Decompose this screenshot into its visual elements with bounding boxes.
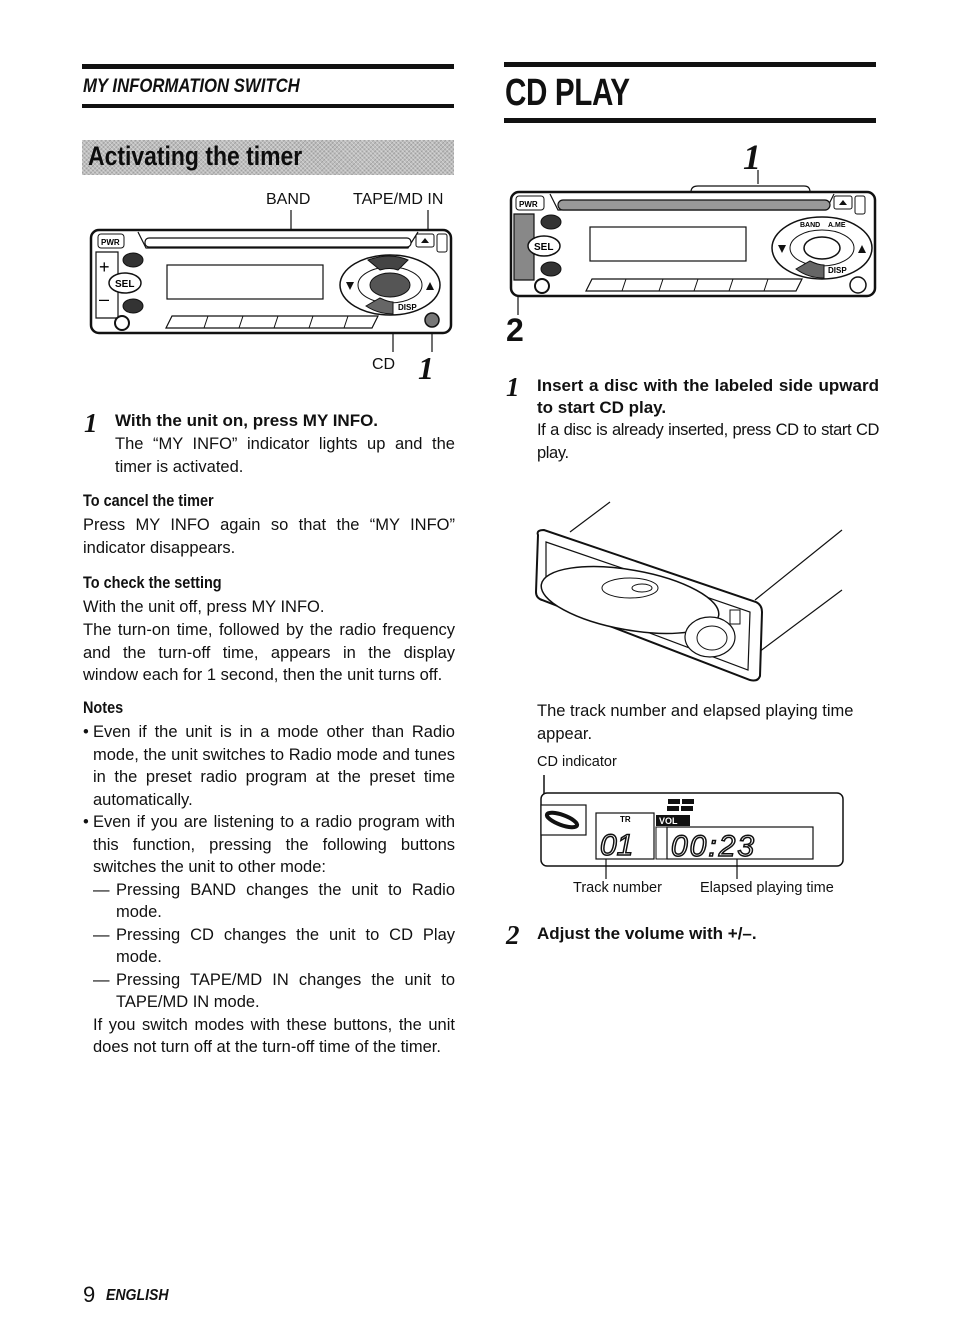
- notes-list: • Even if the unit is in a mode other tha…: [83, 721, 455, 1059]
- step-title: Adjust the volume with +/–.: [537, 924, 757, 943]
- banner-title: Activating the timer: [88, 141, 303, 171]
- check-setting-line1: With the unit off, press MY INFO.: [83, 598, 325, 616]
- release-button: [854, 195, 866, 215]
- release-button: [436, 233, 448, 253]
- callout-cd: CD: [372, 356, 396, 373]
- display-window: [589, 226, 747, 262]
- disp-label: DISP: [398, 303, 417, 312]
- notes-heading: Notes: [83, 698, 124, 717]
- disc-slot: [557, 199, 831, 211]
- step-title: With the unit on, press MY INFO.: [115, 411, 379, 430]
- cancel-timer-text: Press MY INFO again so that the “MY INFO…: [83, 516, 455, 557]
- car-stereo-diagram-left: PWR + – SEL DISP: [89, 210, 453, 352]
- time-digits: 00:23: [671, 830, 756, 863]
- step-description: The “MY INFO” indicator lights up and th…: [115, 435, 455, 476]
- svg-text:BAND: BAND: [800, 222, 820, 229]
- tape-md-in-jack: [114, 315, 130, 331]
- minus-icon: –: [99, 289, 109, 309]
- elapsed-time-label: Elapsed playing time: [700, 880, 834, 896]
- display-window: [166, 264, 324, 300]
- lcd-display-illustration: TR VOL 01 00:23: [540, 775, 844, 879]
- callout-band: BAND: [266, 191, 311, 208]
- step-description: If a disc is already inserted, press CD …: [537, 421, 879, 462]
- display-caption: The track number and elapsed playing tim…: [537, 702, 854, 743]
- section-title-cd-play: CD PLAY: [505, 72, 630, 114]
- callout-step-1: 1: [418, 350, 434, 386]
- step-title: Insert a disc with the labeled side upwa…: [537, 376, 879, 417]
- note-footer: If you switch modes with these buttons, …: [93, 1015, 455, 1057]
- plus-icon: +: [99, 257, 110, 277]
- tape-md-in-jack: [534, 278, 550, 294]
- right-bottom-rule: [504, 118, 876, 123]
- left-top-rule: [82, 64, 454, 69]
- cancel-timer-heading: To cancel the timer: [83, 491, 214, 510]
- note-dash-item: — Pressing TAPE/MD IN changes the unit to…: [93, 970, 455, 1012]
- mute-button: [540, 261, 562, 277]
- check-setting-heading: To check the setting: [83, 573, 222, 592]
- step-number: 1: [506, 372, 520, 402]
- bass-button: [122, 252, 144, 268]
- mute-button: [122, 298, 144, 314]
- tape-md-in-button: [803, 236, 841, 260]
- tr-label: TR: [620, 815, 631, 824]
- subsection-banner: Activating the timer: [82, 140, 454, 175]
- language-label: ENGLISH: [106, 1287, 169, 1304]
- my-info-button: [849, 276, 867, 294]
- svg-text:PWR: PWR: [519, 200, 538, 209]
- check-setting-line2: The turn-on time, followed by the radio …: [83, 621, 455, 684]
- car-stereo-diagram-right: PWR SEL DISP BAND A.ME: [509, 170, 877, 315]
- step-number: 1: [84, 408, 98, 438]
- note-item: • Even if you are listening to a radio pr…: [83, 813, 455, 876]
- callout-tape-md-in: TAPE/MD IN: [353, 191, 444, 208]
- track-number-label: Track number: [573, 880, 662, 896]
- page-number: 9: [83, 1282, 96, 1307]
- bullet-icon: •: [83, 813, 89, 831]
- note-dash-item: — Pressing BAND changes the unit to Radio…: [93, 880, 455, 922]
- disc-slot: [144, 237, 412, 248]
- tape-md-in-button: [369, 272, 411, 298]
- svg-text:SEL: SEL: [534, 242, 553, 253]
- note-item: • Even if the unit is in a mode other tha…: [83, 723, 455, 809]
- svg-text:DISP: DISP: [828, 266, 847, 275]
- section-title-my-information-switch: MY INFORMATION SWITCH: [83, 76, 300, 97]
- note-dash-item: — Pressing CD changes the unit to CD Play…: [93, 925, 455, 967]
- step-number: 2: [506, 920, 520, 950]
- cd-indicator-label: CD indicator: [537, 754, 617, 770]
- my-info-button: [424, 312, 440, 328]
- pwr-label: PWR: [101, 238, 120, 247]
- bullet-icon: •: [83, 723, 89, 741]
- bass-button: [540, 214, 562, 230]
- disc-insertion-illustration: [534, 501, 843, 682]
- track-digits: 01: [600, 829, 633, 862]
- right-top-rule: [504, 62, 876, 67]
- svg-text:A.ME: A.ME: [828, 222, 846, 229]
- vol-label: VOL: [659, 816, 678, 826]
- left-bottom-rule: [82, 104, 454, 108]
- sel-label: SEL: [115, 279, 134, 290]
